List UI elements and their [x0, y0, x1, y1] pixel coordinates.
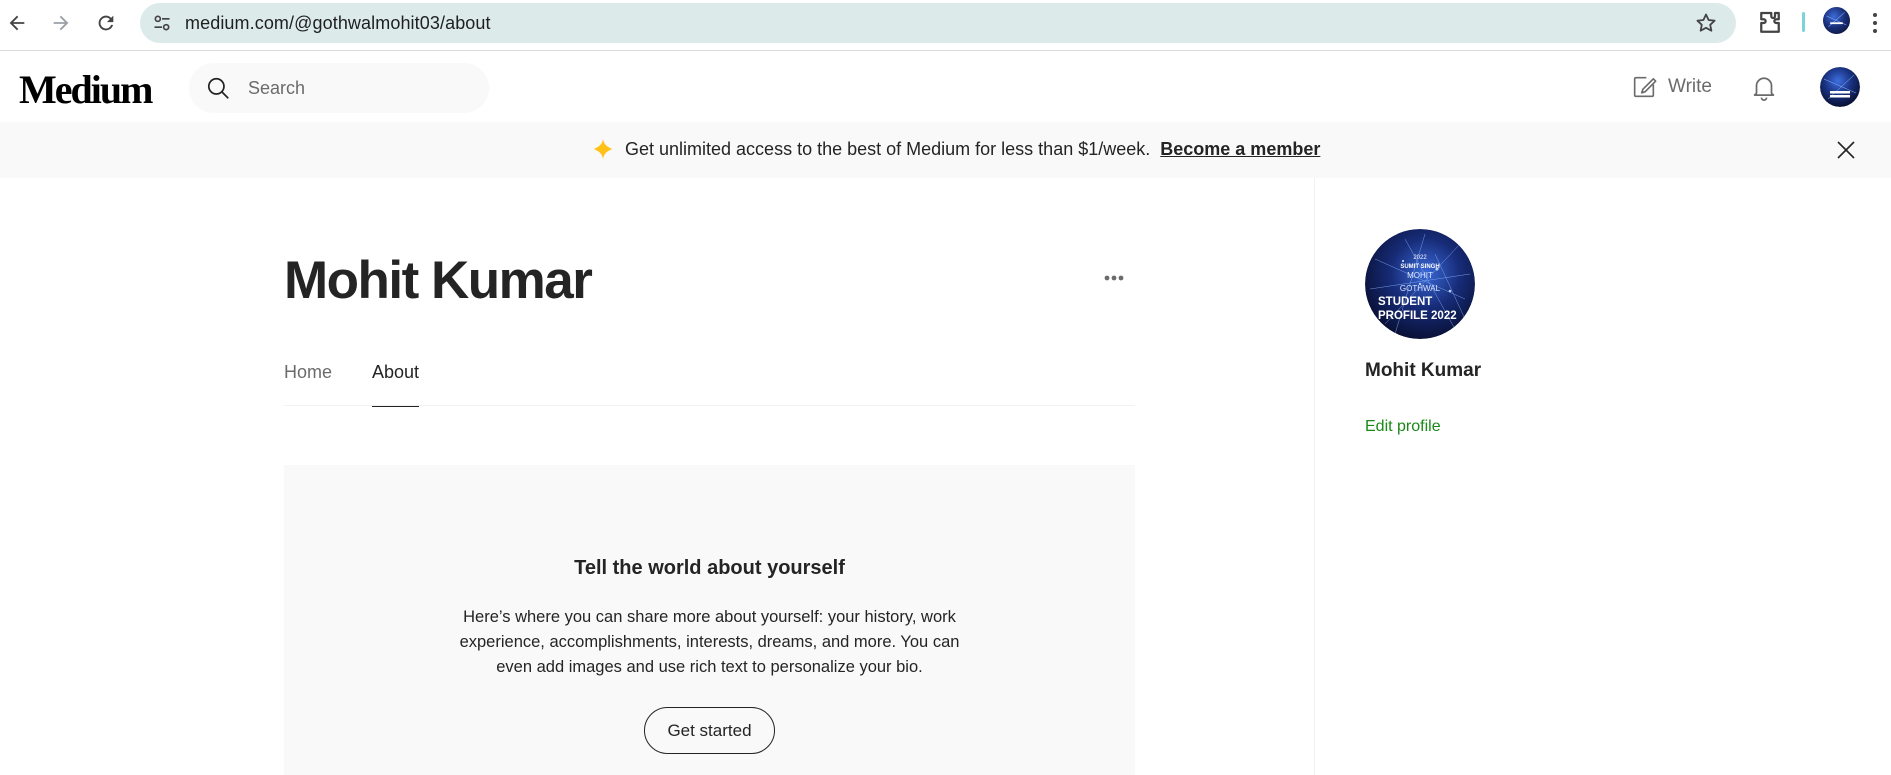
avatar-last-name: GOTHWAL	[1400, 284, 1441, 293]
avatar-student-text: STUDENT	[1378, 296, 1432, 308]
search-bar[interactable]	[189, 63, 489, 113]
back-button[interactable]	[0, 6, 34, 40]
tab-about[interactable]: About	[372, 362, 420, 407]
profile-main: Mohit Kumar Home About Tell the world ab…	[0, 178, 1314, 775]
extensions-icon[interactable]	[1755, 8, 1785, 38]
sidebar-avatar[interactable]: 2022 SUMIT SINGH MOHIT GOTHWAL STUDENT P…	[1365, 229, 1475, 339]
bell-icon	[1753, 77, 1775, 101]
browser-profile-avatar[interactable]	[1823, 7, 1850, 34]
sidebar-name: Mohit Kumar	[1365, 360, 1482, 381]
forward-arrow-icon	[53, 15, 69, 31]
notifications-button[interactable]	[1749, 72, 1779, 102]
toolbar-divider	[1802, 12, 1805, 32]
profile-sidebar: 2022 SUMIT SINGH MOHIT GOTHWAL STUDENT P…	[1314, 178, 1891, 775]
back-arrow-icon	[9, 15, 25, 31]
profile-tabs: Home About	[284, 362, 1135, 407]
menu-dots-icon[interactable]	[1872, 10, 1878, 36]
become-member-link[interactable]: Become a member	[1160, 139, 1320, 160]
medium-logo[interactable]: Medium	[19, 66, 153, 113]
edit-profile-link[interactable]: Edit profile	[1365, 418, 1441, 436]
avatar-year-text: 2022	[1413, 255, 1427, 261]
site-settings-icon[interactable]	[151, 12, 173, 34]
avatar-name-text: SUMIT SINGH	[1400, 264, 1439, 270]
about-card-title: Tell the world about yourself	[574, 557, 845, 579]
sparkle-icon	[593, 138, 613, 160]
reload-button[interactable]	[89, 6, 123, 40]
banner-content: Get unlimited access to the best of Medi…	[592, 138, 1320, 160]
more-dots-icon	[1104, 275, 1124, 281]
membership-banner: Get unlimited access to the best of Medi…	[0, 122, 1891, 178]
write-button[interactable]: Write	[1630, 70, 1712, 104]
star-icon[interactable]	[1694, 11, 1718, 35]
forward-button[interactable]	[44, 6, 78, 40]
search-icon	[207, 77, 229, 99]
write-label: Write	[1668, 76, 1712, 97]
close-icon[interactable]	[1834, 138, 1858, 162]
get-started-button[interactable]: Get started	[644, 707, 775, 754]
search-input[interactable]	[248, 75, 468, 101]
about-card-text: Here’s where you can share more about yo…	[459, 608, 960, 676]
profile-name: Mohit Kumar	[284, 251, 593, 310]
more-options-button[interactable]	[1099, 268, 1129, 288]
avatar-first-name: MOHIT	[1407, 271, 1433, 280]
banner-text: Get unlimited access to the best of Medi…	[625, 138, 1151, 159]
reload-icon	[98, 15, 114, 31]
about-empty-card: Tell the world about yourself Here’s whe…	[284, 465, 1135, 775]
write-icon	[1633, 76, 1657, 98]
avatar-profile-text: PROFILE 2022	[1378, 310, 1457, 322]
tab-home[interactable]: Home	[284, 362, 332, 406]
user-avatar[interactable]	[1820, 67, 1860, 107]
address-bar[interactable]: medium.com/@gothwalmohit03/about	[140, 3, 1736, 43]
site-header: Medium Write	[0, 52, 1891, 122]
browser-toolbar: medium.com/@gothwalmohit03/about	[0, 0, 1891, 51]
url-text[interactable]: medium.com/@gothwalmohit03/about	[185, 13, 491, 34]
